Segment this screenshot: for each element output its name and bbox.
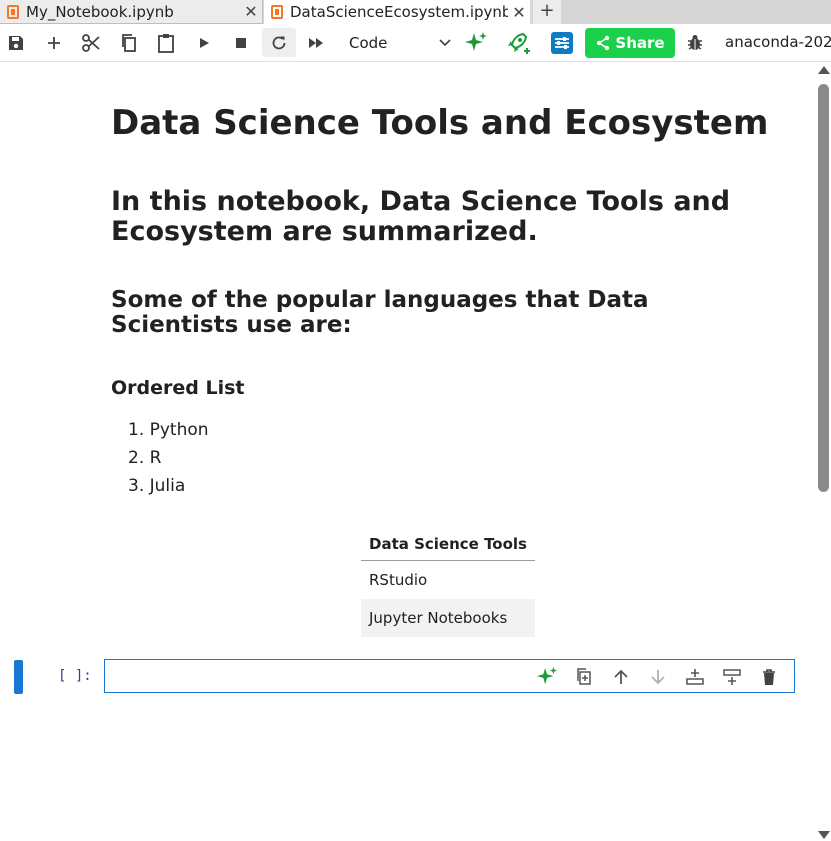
scroll-down-arrow[interactable] — [818, 831, 830, 839]
ordered-list-heading: Ordered List — [111, 377, 245, 399]
table-cell: Jupyter Notebooks — [361, 599, 535, 637]
intro-heading: In this notebook, Data Science Tools and… — [111, 186, 731, 247]
fast-forward-icon — [309, 37, 323, 48]
paste-button[interactable] — [151, 28, 181, 57]
restart-run-all-button[interactable] — [301, 28, 331, 57]
run-button[interactable] — [189, 28, 219, 57]
sliders-icon — [551, 31, 573, 54]
insert-cell-button[interactable] — [39, 28, 69, 57]
cut-button[interactable] — [76, 28, 106, 57]
arrow-down-icon — [651, 670, 665, 685]
interrupt-button[interactable] — [226, 28, 256, 57]
new-tab-button[interactable]: + — [533, 0, 561, 24]
cell-toolbar — [534, 664, 782, 690]
table-header: Data Science Tools — [361, 528, 535, 561]
cell-type-value: Code — [349, 34, 388, 52]
page-title: Data Science Tools and Ecosystem — [111, 103, 769, 143]
rocket-icon — [508, 32, 530, 54]
tab-label: DataScienceEcosystem.ipynb — [290, 3, 508, 21]
save-button[interactable] — [1, 28, 31, 57]
table-row: Jupyter Notebooks — [361, 599, 535, 637]
duplicate-icon — [577, 668, 591, 685]
ai-assistant-button[interactable] — [461, 28, 491, 57]
code-editor[interactable] — [104, 659, 795, 693]
delete-cell-button[interactable] — [756, 664, 782, 690]
refresh-icon — [272, 36, 286, 49]
scissors-icon — [82, 33, 100, 52]
tab-bar: My_Notebook.ipynb ✕ DataScienceEcosystem… — [0, 0, 831, 24]
bug-icon — [688, 34, 702, 50]
tab-label: My_Notebook.ipynb — [26, 2, 174, 21]
insert-below-icon — [723, 669, 741, 685]
cell-collapser[interactable] — [14, 660, 23, 694]
insert-above-icon — [686, 669, 704, 685]
scrollbar-thumb[interactable] — [818, 84, 829, 492]
share-label: Share — [615, 34, 665, 52]
list-item: 2. R — [128, 448, 162, 468]
execution-prompt: [ ]: — [58, 668, 92, 684]
code-cell[interactable]: [ ]: — [0, 659, 815, 695]
copy-button[interactable] — [114, 28, 144, 57]
sparkle-icon — [465, 31, 487, 51]
clipboard-icon — [158, 33, 174, 53]
sparkle-icon — [536, 666, 558, 685]
copy-icon — [122, 33, 136, 52]
cell-type-select[interactable]: Code — [340, 30, 452, 56]
languages-list: 1. Python 2. R 3. Julia — [128, 416, 209, 500]
duplicate-cell-button[interactable] — [571, 664, 597, 690]
save-icon — [9, 35, 23, 50]
scroll-up-arrow[interactable] — [818, 66, 830, 74]
table-cell: RStudio — [369, 571, 428, 589]
notebook-toolbar: Code Share anaconda-2024 — [0, 24, 831, 62]
share-icon — [597, 35, 610, 51]
insert-below-button[interactable] — [719, 664, 745, 690]
notebook-icon — [7, 4, 19, 19]
property-inspector-button[interactable] — [547, 28, 577, 57]
plus-icon — [48, 36, 60, 49]
insert-above-button[interactable] — [682, 664, 708, 690]
tools-table: Data Science Tools RStudio Jupyter Noteb… — [361, 528, 535, 637]
arrow-up-icon — [614, 669, 628, 684]
close-icon[interactable]: ✕ — [508, 3, 530, 22]
trash-icon — [763, 669, 775, 685]
move-down-button[interactable] — [645, 664, 671, 690]
chevron-down-icon — [439, 39, 451, 47]
table-header-row: Data Science Tools — [361, 528, 535, 561]
table-row: RStudio — [361, 561, 535, 600]
cell-ai-button[interactable] — [534, 664, 560, 690]
notebook-icon — [271, 5, 283, 19]
stop-icon — [236, 37, 246, 48]
play-icon — [200, 37, 209, 48]
notebook-panel: Data Science Tools and Ecosystem In this… — [0, 62, 815, 841]
close-icon[interactable]: ✕ — [240, 2, 262, 21]
debugger-button[interactable] — [680, 28, 710, 57]
tab-my-notebook[interactable]: My_Notebook.ipynb ✕ — [0, 0, 263, 24]
list-item: 1. Python — [128, 420, 209, 440]
tab-datascienceecosystem[interactable]: DataScienceEcosystem.ipynb ✕ — [264, 0, 530, 24]
share-button[interactable]: Share — [585, 28, 675, 58]
move-up-button[interactable] — [608, 664, 634, 690]
launch-button[interactable] — [503, 28, 533, 57]
languages-heading: Some of the popular languages that Data … — [111, 287, 649, 338]
kernel-name[interactable]: anaconda-2024 — [725, 33, 831, 51]
restart-kernel-button[interactable] — [262, 28, 296, 57]
list-item: 3. Julia — [128, 476, 186, 496]
